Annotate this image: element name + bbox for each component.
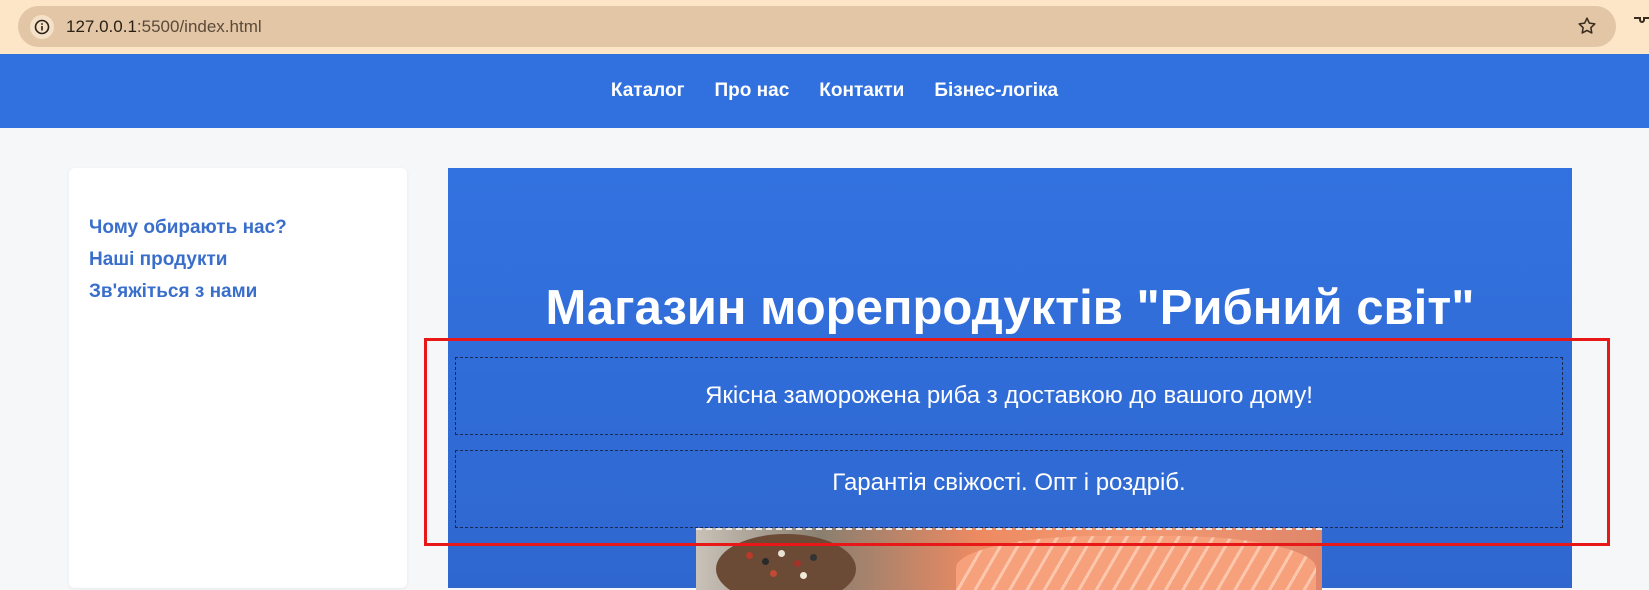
hero-subtitle-delivery: Якісна заморожена риба з доставкою до ва… bbox=[455, 357, 1563, 435]
address-bar[interactable]: 127.0.0.1:5500/index.html bbox=[18, 6, 1616, 47]
nav-item-business-logic[interactable]: Бізнес-логіка bbox=[934, 80, 1058, 102]
page-title: Магазин морепродуктів "Рибний світ" bbox=[545, 281, 1475, 335]
site-info-icon[interactable] bbox=[30, 15, 54, 39]
bookmark-star-icon[interactable] bbox=[1576, 15, 1598, 37]
sidebar-link-contact[interactable]: Зв'яжіться з нами bbox=[89, 276, 287, 308]
url-host: 127.0.0.1 bbox=[66, 17, 137, 36]
sidebar-link-why-us[interactable]: Чому обирають нас? bbox=[89, 212, 287, 244]
site-header: Каталог Про нас Контакти Бізнес-логіка bbox=[0, 54, 1649, 128]
sidebar-link-products[interactable]: Наші продукти bbox=[89, 244, 287, 276]
hero-section: Магазин морепродуктів "Рибний світ" Якіс… bbox=[448, 168, 1572, 590]
hero-fish-image bbox=[696, 528, 1322, 590]
main-nav: Каталог Про нас Контакти Бізнес-логіка bbox=[0, 54, 1649, 128]
extensions-icon[interactable] bbox=[1632, 14, 1649, 38]
pepper-grain bbox=[778, 550, 785, 557]
sidebar-links: Чому обирають нас? Наші продукти Зв'яжіт… bbox=[89, 212, 287, 308]
nav-item-about[interactable]: Про нас bbox=[715, 80, 790, 102]
sidebar: Чому обирають нас? Наші продукти Зв'яжіт… bbox=[69, 168, 407, 588]
pepper-grain bbox=[810, 554, 817, 561]
browser-toolbar: 127.0.0.1:5500/index.html bbox=[0, 0, 1649, 54]
pepper-grain bbox=[794, 560, 801, 567]
pepper-grain bbox=[746, 552, 753, 559]
salmon-fillet-image bbox=[956, 536, 1316, 590]
nav-item-catalog[interactable]: Каталог bbox=[611, 80, 685, 102]
pepper-grain bbox=[762, 558, 769, 565]
pepper-bowl-image bbox=[716, 534, 856, 590]
hero-subtitle-guarantee: Гарантія свіжості. Опт і роздріб. bbox=[455, 450, 1563, 528]
nav-item-contacts[interactable]: Контакти bbox=[819, 80, 904, 102]
url-text[interactable]: 127.0.0.1:5500/index.html bbox=[66, 17, 262, 37]
url-path: :5500/index.html bbox=[136, 17, 262, 36]
